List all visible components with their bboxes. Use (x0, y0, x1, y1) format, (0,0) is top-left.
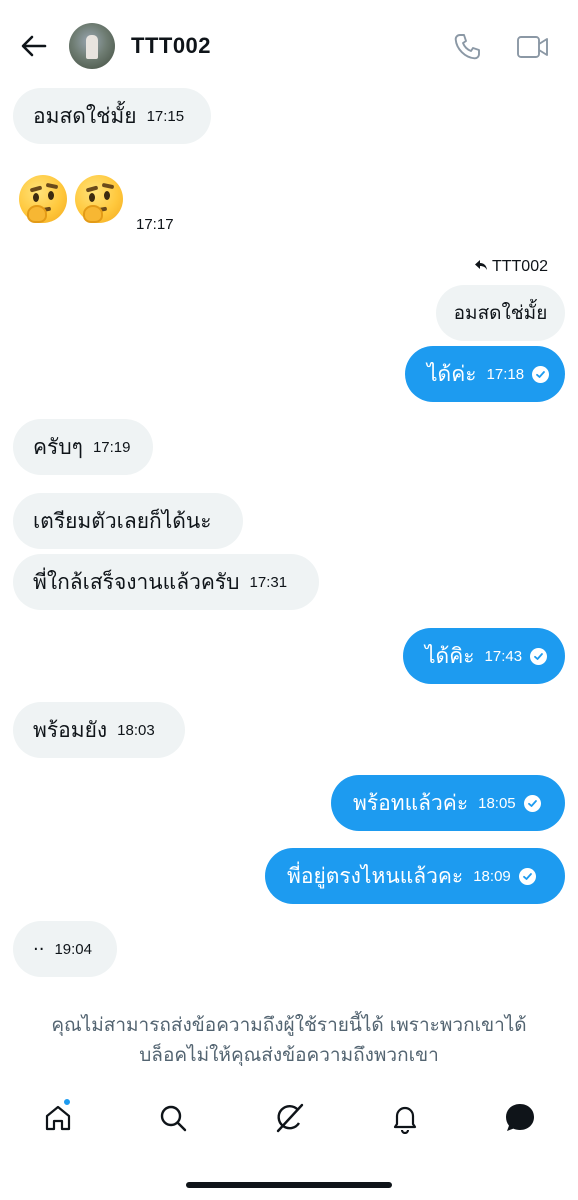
message-text: พร้อทแล้วค่ะ (353, 790, 469, 815)
message-time: 18:09 (473, 867, 511, 885)
message-text: ครับๆ (33, 434, 83, 459)
notification-dot (62, 1097, 72, 1107)
message-time: 19:04 (54, 940, 92, 958)
phone-icon[interactable] (452, 32, 482, 62)
thinking-face-emoji-icon (19, 175, 67, 223)
quoted-message-bubble[interactable]: อมสดใช่มั้ย (436, 285, 565, 341)
message-bubble-incoming[interactable]: พี่ใกล้เสร็จงานแล้วครับ 17:31 (13, 554, 319, 610)
blocked-notice: คุณไม่สามารถส่งข้อความถึงผู้ใช้รายนี้ได้… (20, 1010, 558, 1070)
message-bubble-outgoing[interactable]: พร้อทแล้วค่ะ 18:05 (331, 775, 565, 831)
message-bubble-incoming[interactable]: ครับๆ 17:19 (13, 419, 153, 475)
notifications-bell-icon[interactable] (385, 1098, 425, 1138)
seen-check-icon (518, 867, 536, 885)
message-time: 17:43 (484, 647, 523, 665)
reply-reference[interactable]: TTT002 (474, 258, 548, 276)
message-text: เตรียมตัวเลยก็ได้นะ (33, 508, 212, 533)
message-text: พร้อมยัง (33, 717, 108, 742)
message-time: 17:19 (92, 438, 131, 456)
home-indicator (186, 1182, 392, 1188)
video-icon[interactable] (516, 33, 550, 61)
message-bubble-incoming[interactable]: อมสดใช่มั้ย 17:15 (13, 88, 211, 144)
message-bubble-incoming[interactable]: ·· 19:04 (13, 921, 117, 977)
contact-name[interactable]: TTT002 (131, 33, 211, 59)
seen-check-icon (530, 647, 548, 665)
message-time: 17:17 (136, 216, 174, 233)
message-text: พี่อยู่ตรงไหนแล้วคะ (287, 863, 464, 888)
message-text: อมสดใช่มั้ย (33, 103, 137, 128)
home-icon[interactable] (38, 1098, 78, 1138)
messages-icon[interactable] (500, 1098, 540, 1138)
quoted-message-text: อมสดใช่มั้ย (453, 302, 548, 324)
thinking-face-emoji-icon (75, 175, 123, 223)
message-time: 17:15 (146, 107, 185, 125)
message-bubble-outgoing[interactable]: ได้ค่ะ 17:18 (405, 346, 565, 402)
search-icon[interactable] (153, 1098, 193, 1138)
message-bubble-incoming[interactable]: พร้อมยัง 18:03 (13, 702, 185, 758)
back-arrow-icon[interactable] (18, 30, 50, 62)
grok-icon[interactable] (269, 1098, 309, 1138)
message-time: 18:03 (117, 721, 155, 739)
message-text: พี่ใกล้เสร็จงานแล้วครับ (33, 569, 240, 594)
message-bubble-incoming[interactable]: เตรียมตัวเลยก็ได้นะ (13, 493, 243, 549)
seen-check-icon (523, 794, 541, 812)
avatar[interactable] (69, 23, 115, 69)
blocked-notice-line: คุณไม่สามารถส่งข้อความถึงผู้ใช้รายนี้ได้… (51, 1014, 527, 1036)
reply-arrow-icon (474, 258, 488, 276)
message-time: 18:05 (478, 794, 516, 812)
message-text: ได้ค่ะ (427, 361, 477, 386)
seen-check-icon (532, 365, 550, 383)
message-bubble-outgoing[interactable]: พี่อยู่ตรงไหนแล้วคะ 18:09 (265, 848, 565, 904)
message-time: 17:18 (486, 365, 525, 383)
chat-header: TTT002 (0, 0, 578, 82)
message-text: ·· (33, 938, 45, 960)
message-time: 17:31 (249, 573, 288, 591)
message-bubble-outgoing[interactable]: ได้คิะ 17:43 (403, 628, 565, 684)
blocked-notice-line: บล็อคไม่ให้คุณส่งข้อความถึงพวกเขา (139, 1044, 439, 1066)
reply-to-name: TTT002 (491, 258, 548, 275)
message-text: ได้คิะ (425, 643, 475, 668)
